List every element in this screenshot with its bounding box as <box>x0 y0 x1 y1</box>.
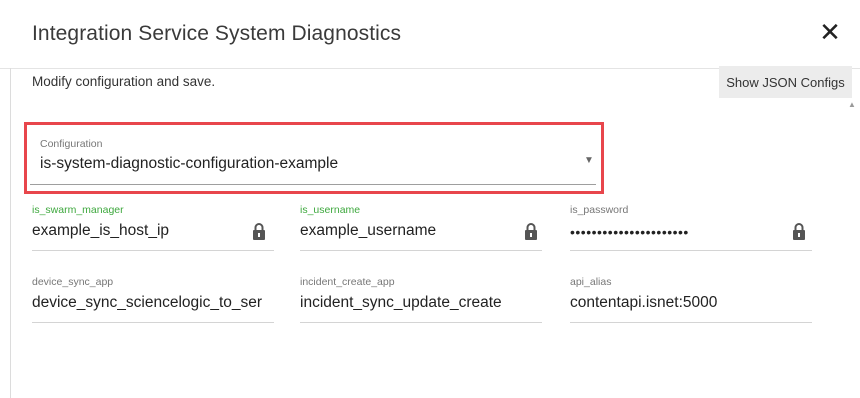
dialog-header: Integration Service System Diagnostics ✕ <box>0 0 860 69</box>
show-json-configs-button[interactable]: Show JSON Configs <box>719 66 852 98</box>
dialog-title: Integration Service System Diagnostics <box>32 22 402 45</box>
scrollbar[interactable]: ▲ <box>846 100 858 398</box>
password-label: is_password <box>570 204 629 216</box>
username-underline <box>300 250 542 251</box>
password-field[interactable]: is_password •••••••••••••••••••••• <box>570 204 812 252</box>
configuration-label: Configuration <box>40 138 103 150</box>
device-sync-app-label: device_sync_app <box>32 276 114 288</box>
lock-icon <box>525 223 537 240</box>
diagnostics-dialog: Integration Service System Diagnostics ✕… <box>0 0 860 398</box>
incident-create-app-label: incident_create_app <box>300 276 395 288</box>
dialog-subtitle: Modify configuration and save. <box>32 74 216 89</box>
chevron-down-icon[interactable]: ▼ <box>584 155 594 166</box>
swarm-manager-input[interactable]: example_is_host_ip <box>32 222 232 240</box>
password-underline <box>570 250 812 251</box>
device-sync-app-underline <box>32 322 274 323</box>
api-alias-field[interactable]: api_alias contentapi.isnet:5000 <box>570 276 812 324</box>
swarm-manager-underline <box>32 250 274 251</box>
username-input[interactable]: example_username <box>300 222 500 240</box>
username-field[interactable]: is_username example_username <box>300 204 542 252</box>
swarm-manager-label: is_swarm_manager <box>32 204 124 216</box>
password-input[interactable]: •••••••••••••••••••••• <box>570 224 782 240</box>
api-alias-underline <box>570 322 812 323</box>
api-alias-input[interactable]: contentapi.isnet:5000 <box>570 294 812 312</box>
incident-create-app-input[interactable]: incident_sync_update_create <box>300 294 542 312</box>
close-icon[interactable]: ✕ <box>816 16 844 48</box>
lock-icon <box>793 223 805 240</box>
api-alias-label: api_alias <box>570 276 612 288</box>
left-divider <box>10 68 11 398</box>
device-sync-app-field[interactable]: device_sync_app device_sync_sciencelogic… <box>32 276 274 324</box>
username-label: is_username <box>300 204 361 216</box>
lock-icon <box>253 223 265 240</box>
incident-create-app-underline <box>300 322 542 323</box>
device-sync-app-input[interactable]: device_sync_sciencelogic_to_ser <box>32 294 274 312</box>
configuration-select[interactable]: is-system-diagnostic-configuration-examp… <box>40 155 338 173</box>
swarm-manager-field[interactable]: is_swarm_manager example_is_host_ip <box>32 204 274 252</box>
configuration-underline <box>30 184 596 185</box>
scroll-up-icon[interactable]: ▲ <box>848 100 856 109</box>
incident-create-app-field[interactable]: incident_create_app incident_sync_update… <box>300 276 542 324</box>
